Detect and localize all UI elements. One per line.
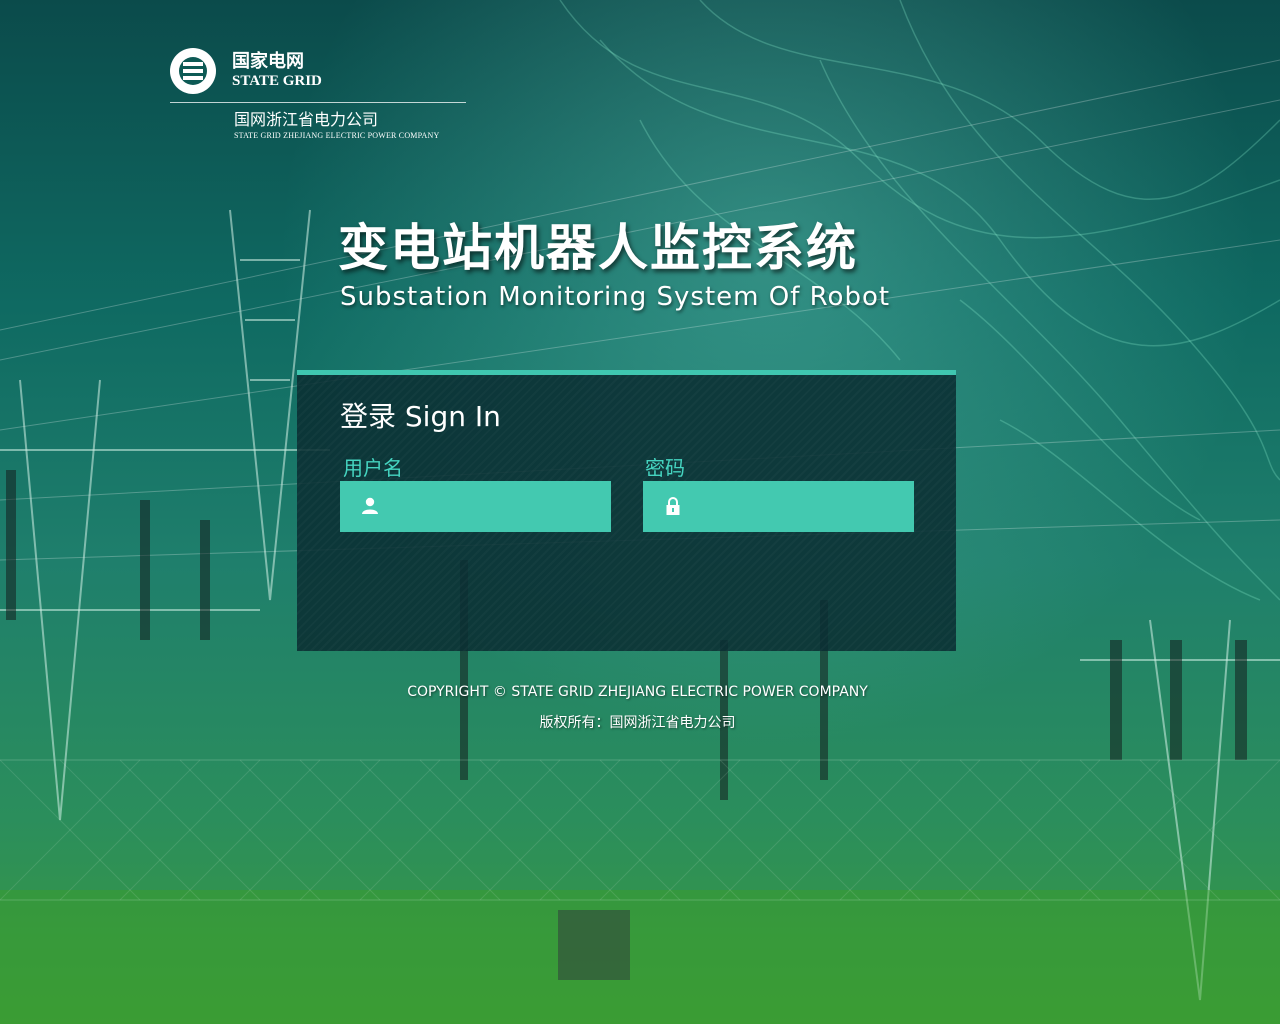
password-input[interactable] xyxy=(695,481,909,534)
page-subtitle: Substation Monitoring System Of Robot xyxy=(340,282,891,312)
company-logo: 国家电网 STATE GRID 国网浙江省电力公司 STATE GRID ZHE… xyxy=(170,48,466,140)
login-heading: 登录 Sign In xyxy=(340,400,501,433)
user-icon xyxy=(362,497,378,514)
logo-sub-cn: 国网浙江省电力公司 xyxy=(234,110,379,129)
copyright-cn: 版权所有：国网浙江省电力公司 xyxy=(539,715,736,731)
login-panel: 登录 Sign In 用户名 密码 xyxy=(297,370,956,651)
username-label: 用户名 xyxy=(343,456,403,480)
password-field[interactable] xyxy=(643,481,914,534)
logo-sub-en: STATE GRID ZHEJIANG ELECTRIC POWER COMPA… xyxy=(234,131,440,140)
lock-icon xyxy=(666,497,680,515)
logo-divider xyxy=(170,102,466,103)
username-field[interactable] xyxy=(340,481,611,534)
username-input[interactable] xyxy=(392,481,606,534)
page-title: 变电站机器人监控系统 xyxy=(338,219,858,277)
logo-cn: 国家电网 xyxy=(232,51,304,72)
password-label: 密码 xyxy=(645,456,685,480)
copyright-en: COPYRIGHT © STATE GRID ZHEJIANG ELECTRIC… xyxy=(407,684,868,700)
logo-en: STATE GRID xyxy=(232,73,322,89)
state-grid-emblem-icon xyxy=(170,48,216,94)
